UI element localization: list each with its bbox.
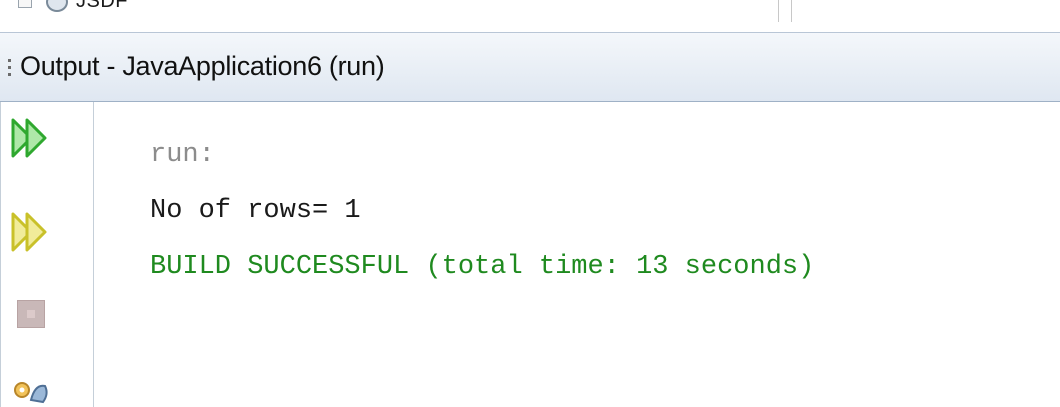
splitter-handle[interactable] [778,0,792,22]
output-window: JSDF Output - JavaApplication6 (run) run… [0,0,1060,407]
drag-grip-icon[interactable] [8,59,12,79]
tree-node-label[interactable]: JSDF [76,0,128,13]
output-tab-header[interactable]: Output - JavaApplication6 (run) [0,32,1060,102]
console-output[interactable]: run: No of rows= 1 BUILD SUCCESSFUL (tot… [95,102,1060,407]
rerun-button[interactable] [9,116,53,160]
console-line: run: [150,140,215,170]
output-toolbar [0,102,94,407]
settings-icon [14,382,48,404]
stop-button[interactable] [9,292,53,336]
rerun-with-options-icon [11,212,47,252]
project-tree-strip: JSDF [0,0,1060,33]
rerun-with-options-button[interactable] [9,210,53,254]
rerun-icon [11,118,47,158]
stop-icon [17,300,45,328]
library-icon [46,0,68,12]
settings-button[interactable] [9,372,53,407]
console-line: No of rows= 1 [150,196,361,226]
output-title: Output - JavaApplication6 (run) [20,51,385,81]
expand-toggle-icon[interactable] [18,0,32,8]
console-line: BUILD SUCCESSFUL (total time: 13 seconds… [150,252,815,282]
